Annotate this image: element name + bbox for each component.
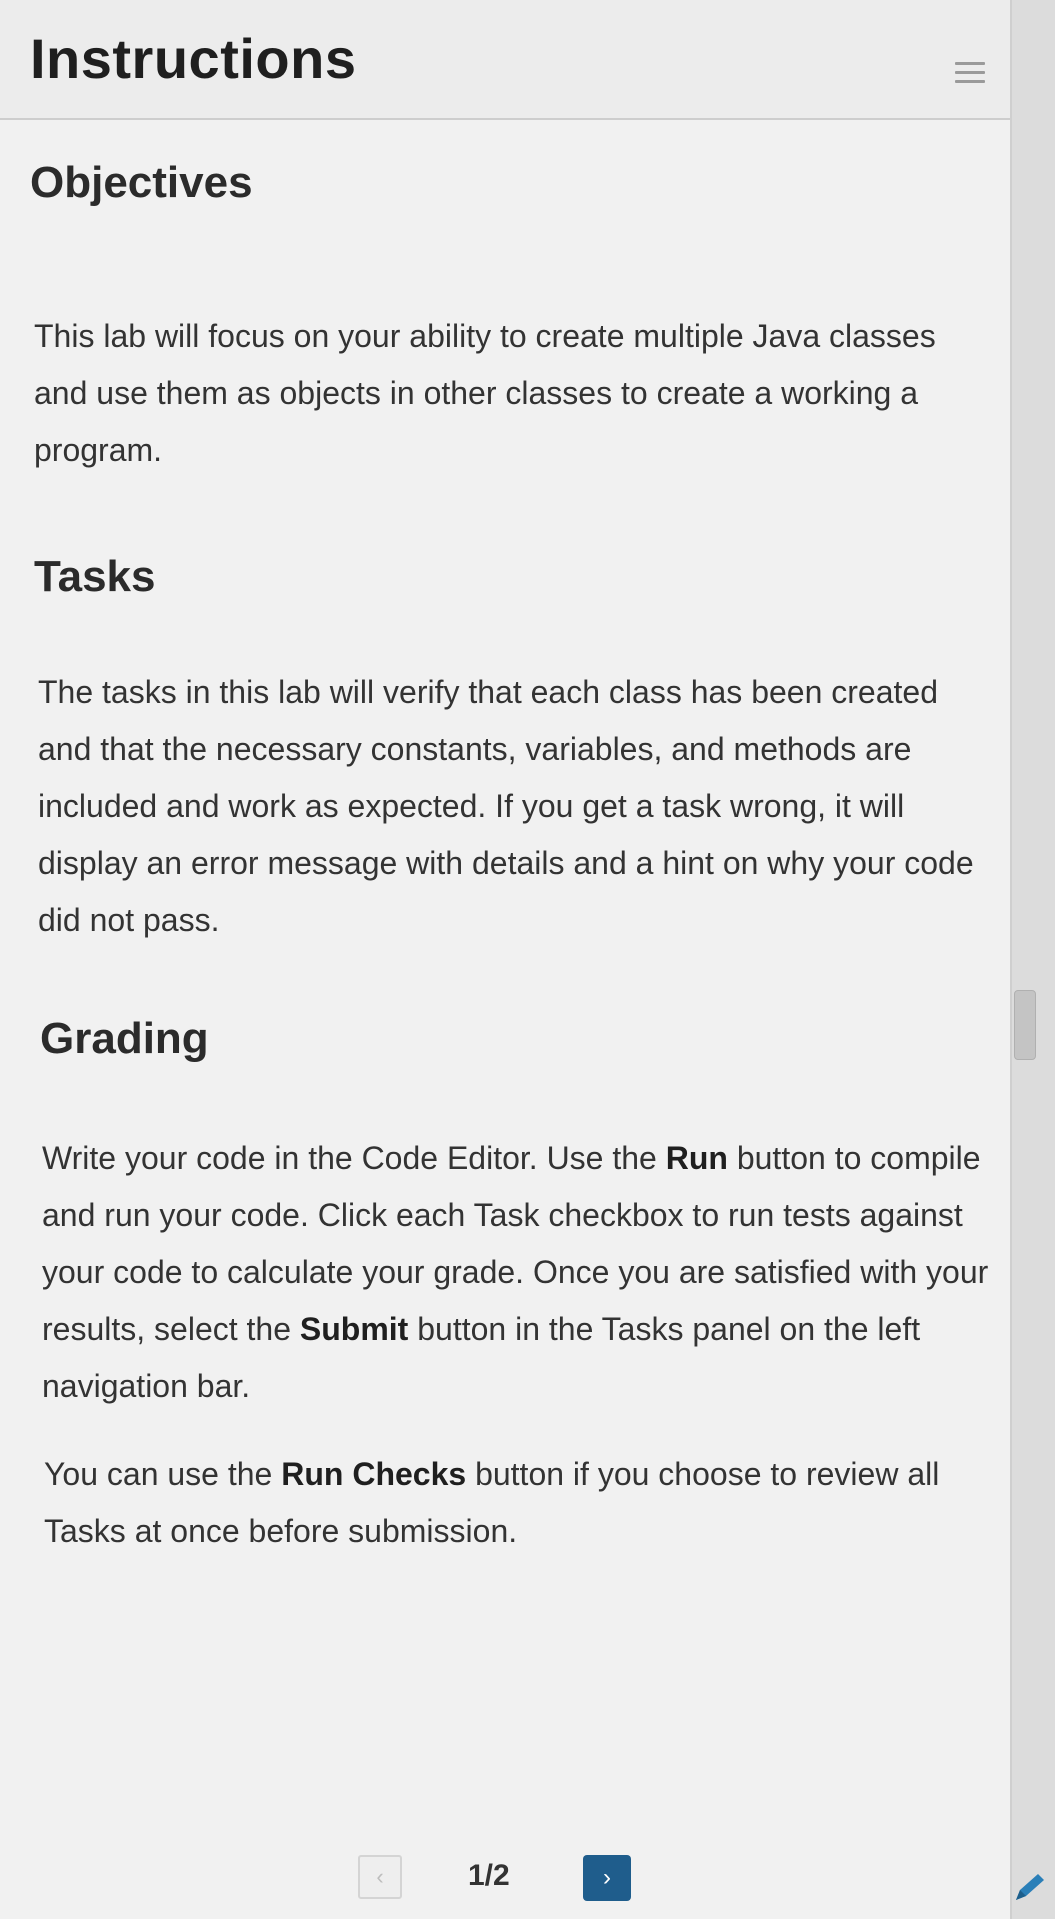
objectives-text: This lab will focus on your ability to c… [34,318,936,468]
menu-icon[interactable] [955,62,985,88]
pagination: ‹ 1/2 › [0,1855,1010,1915]
previous-page-button[interactable]: ‹ [358,1855,402,1899]
tasks-heading: Tasks [34,552,156,601]
grading-heading: Grading [40,1014,209,1063]
submit-keyword: Submit [299,1311,409,1347]
run-checks-keyword: Run Checks [281,1456,467,1492]
tasks-text: The tasks in this lab will verify that e… [38,674,974,938]
next-page-button[interactable]: › [583,1855,631,1901]
page-indicator: 1/2 [468,1859,510,1892]
panel-header: Instructions [0,0,1010,120]
objectives-heading: Objectives [30,158,253,207]
panel-title: Instructions [30,27,357,90]
pencil-icon[interactable] [1010,1868,1050,1908]
run-keyword: Run [665,1140,728,1176]
scrollbar-thumb[interactable] [1014,990,1036,1060]
run-checks-text: You can use the Run Checks button if you… [44,1456,940,1549]
instructions-panel: Instructions Objectives This lab will fo… [0,0,1012,1919]
scrollbar-track[interactable] [1012,0,1055,1919]
grading-text: Write your code in the Code Editor. Use … [42,1140,989,1404]
